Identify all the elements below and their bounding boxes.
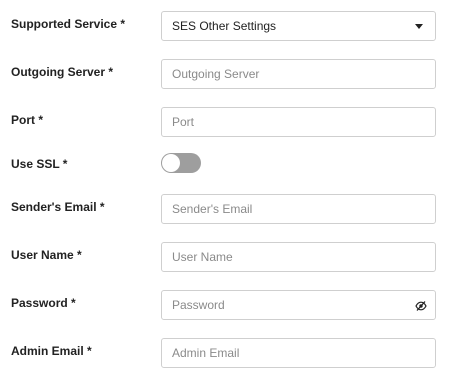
senders-email-label: Sender's Email * <box>11 200 105 214</box>
use-ssl-toggle[interactable] <box>161 153 201 173</box>
password-field-wrapper <box>161 290 436 320</box>
outgoing-server-field-wrapper <box>161 59 436 89</box>
admin-email-field-wrapper <box>161 338 436 368</box>
user-name-input[interactable] <box>162 243 435 271</box>
toggle-knob <box>162 154 180 172</box>
outgoing-server-input[interactable] <box>162 60 435 88</box>
supported-service-label: Supported Service * <box>11 17 126 31</box>
admin-email-label: Admin Email * <box>11 344 92 358</box>
port-label: Port * <box>11 113 44 127</box>
user-name-label: User Name * <box>11 248 82 262</box>
eye-slash-icon[interactable] <box>415 300 427 312</box>
admin-email-input[interactable] <box>162 339 435 367</box>
senders-email-field-wrapper <box>161 194 436 224</box>
chevron-down-icon <box>415 24 423 29</box>
password-input[interactable] <box>162 291 435 319</box>
password-label: Password * <box>11 296 76 310</box>
use-ssl-label: Use SSL * <box>11 157 68 171</box>
supported-service-value: SES Other Settings <box>172 19 277 33</box>
senders-email-input[interactable] <box>162 195 435 223</box>
outgoing-server-label: Outgoing Server * <box>11 65 114 79</box>
supported-service-select[interactable]: SES Other Settings <box>161 11 436 41</box>
port-input[interactable] <box>162 108 435 136</box>
user-name-field-wrapper <box>161 242 436 272</box>
mail-settings-form: Supported Service * SES Other Settings O… <box>0 0 449 380</box>
port-field-wrapper <box>161 107 436 137</box>
